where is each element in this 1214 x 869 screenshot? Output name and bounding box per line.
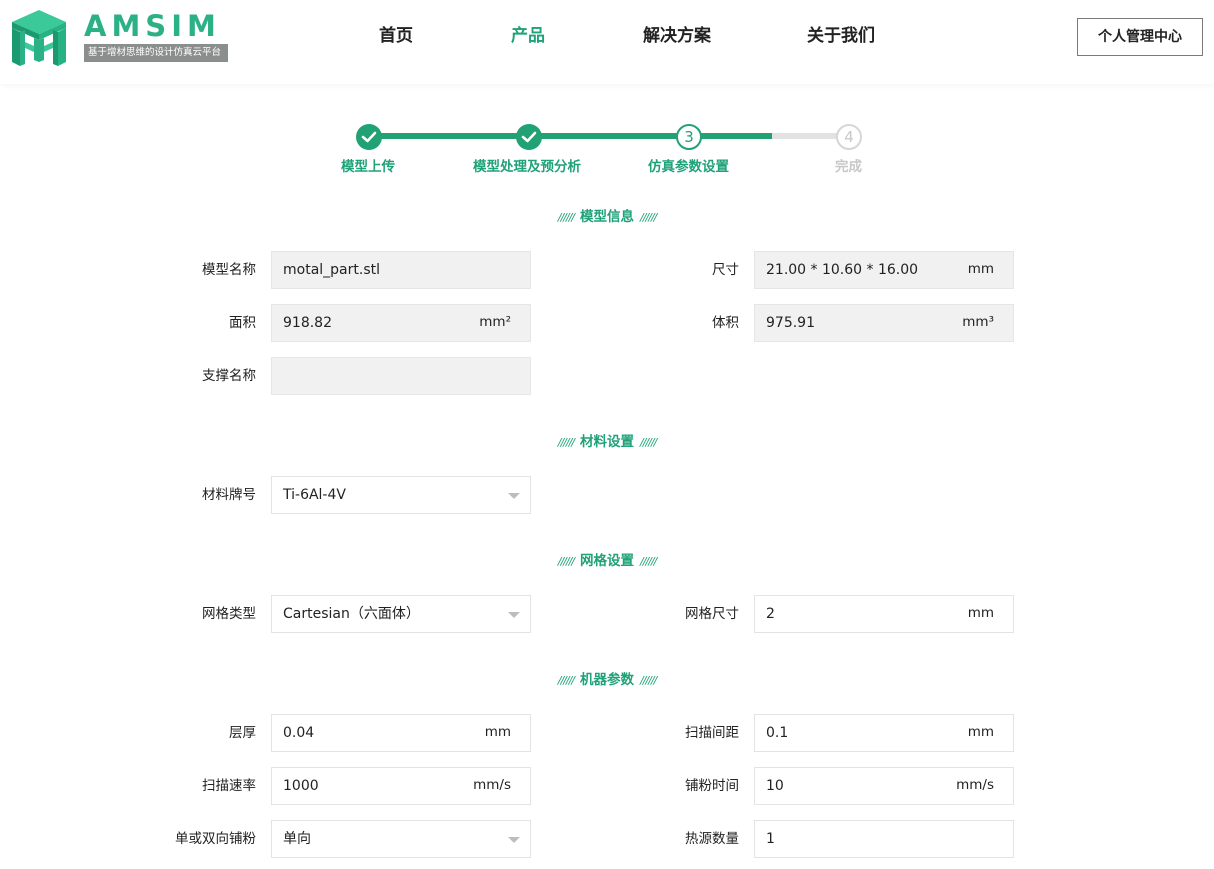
hatch-spacing-unit: mm bbox=[967, 724, 994, 740]
volume-value: 975.91 bbox=[766, 315, 815, 331]
volume-unit: mm³ bbox=[962, 314, 994, 330]
nav-products[interactable]: 产品 bbox=[511, 25, 545, 47]
section-deco-left: ////// bbox=[557, 211, 575, 224]
dropdown-caret-icon bbox=[508, 612, 520, 618]
mesh-size-unit: mm bbox=[967, 605, 994, 621]
section-title-text: 模型信息 bbox=[580, 209, 634, 225]
support-name-field bbox=[271, 357, 531, 395]
model-name-value: motal_part.stl bbox=[283, 262, 380, 278]
scan-speed-input[interactable]: 1000 mm/s bbox=[271, 767, 531, 805]
layer-thickness-input[interactable]: 0.04 mm bbox=[271, 714, 531, 752]
model-name-label: 模型名称 bbox=[202, 262, 256, 278]
nav-home[interactable]: 首页 bbox=[379, 25, 413, 47]
area-label: 面积 bbox=[229, 315, 256, 331]
section-title-text: 网格设置 bbox=[580, 553, 634, 569]
recoat-time-value: 10 bbox=[766, 778, 784, 794]
mesh-type-label: 网格类型 bbox=[202, 606, 256, 622]
mesh-type-select[interactable]: Cartesian（六面体） bbox=[271, 595, 531, 633]
material-grade-select[interactable]: Ti-6Al-4V bbox=[271, 476, 531, 514]
heat-source-count-label: 热源数量 bbox=[685, 831, 739, 847]
support-name-label: 支撑名称 bbox=[202, 368, 256, 384]
material-grade-label: 材料牌号 bbox=[202, 487, 256, 503]
dropdown-caret-icon bbox=[508, 493, 520, 499]
volume-field: 975.91 mm³ bbox=[754, 304, 1014, 342]
step-2-label: 模型处理及预分析 bbox=[473, 159, 581, 175]
mesh-size-label: 网格尺寸 bbox=[685, 606, 739, 622]
section-deco-left: ////// bbox=[557, 436, 575, 449]
admin-center-button[interactable]: 个人管理中心 bbox=[1077, 18, 1203, 56]
hatch-spacing-input[interactable]: 0.1 mm bbox=[754, 714, 1014, 752]
nav-solutions[interactable]: 解决方案 bbox=[643, 25, 711, 47]
scan-speed-unit: mm/s bbox=[473, 777, 511, 793]
nav-about[interactable]: 关于我们 bbox=[807, 25, 875, 47]
recoat-time-input[interactable]: 10 mm/s bbox=[754, 767, 1014, 805]
layer-thickness-label: 层厚 bbox=[229, 725, 256, 741]
step-1-label: 模型上传 bbox=[341, 159, 395, 175]
size-unit: mm bbox=[967, 261, 994, 277]
area-unit: mm² bbox=[479, 314, 511, 330]
step-3-label: 仿真参数设置 bbox=[648, 159, 729, 175]
step-3-indicator: 3 bbox=[676, 124, 702, 150]
section-deco-right: ////// bbox=[640, 211, 657, 224]
step-2-check-icon bbox=[516, 124, 542, 150]
scan-speed-value: 1000 bbox=[283, 778, 319, 794]
top-header: AMSIM 基于增材思维的设计仿真云平台 首页 产品 解决方案 关于我们 个人管… bbox=[0, 0, 1214, 84]
section-title-text: 机器参数 bbox=[580, 672, 634, 688]
size-value: 21.00 * 10.60 * 16.00 bbox=[766, 262, 919, 278]
progress-track-completed bbox=[369, 133, 772, 139]
section-deco-right: ////// bbox=[640, 555, 657, 568]
section-mesh-title: ////// 网格设置 ////// bbox=[0, 552, 1214, 571]
mesh-size-input[interactable]: 2 mm bbox=[754, 595, 1014, 633]
hatch-spacing-label: 扫描间距 bbox=[685, 725, 739, 741]
mesh-type-value: Cartesian（六面体） bbox=[283, 606, 420, 622]
brand-tagline: 基于增材思维的设计仿真云平台 bbox=[84, 44, 228, 62]
volume-label: 体积 bbox=[712, 315, 739, 331]
brand-name[interactable]: AMSIM bbox=[84, 9, 221, 43]
section-machine-title: ////// 机器参数 ////// bbox=[0, 671, 1214, 690]
amsim-logo-icon[interactable] bbox=[8, 8, 70, 68]
material-grade-value: Ti-6Al-4V bbox=[283, 487, 346, 503]
heat-source-count-input[interactable]: 1 bbox=[754, 820, 1014, 858]
recoat-direction-label: 单或双向铺粉 bbox=[175, 831, 256, 847]
size-field: 21.00 * 10.60 * 16.00 mm bbox=[754, 251, 1014, 289]
size-label: 尺寸 bbox=[712, 262, 739, 278]
step-1-check-icon bbox=[356, 124, 382, 150]
layer-thickness-value: 0.04 bbox=[283, 725, 315, 741]
area-field: 918.82 mm² bbox=[271, 304, 531, 342]
mesh-size-value: 2 bbox=[766, 606, 775, 622]
recoat-time-unit: mm/s bbox=[956, 777, 994, 793]
section-model-info-title: ////// 模型信息 ////// bbox=[0, 208, 1214, 227]
step-4-label: 完成 bbox=[835, 159, 862, 175]
section-title-text: 材料设置 bbox=[580, 434, 634, 450]
section-deco-right: ////// bbox=[640, 436, 657, 449]
layer-thickness-unit: mm bbox=[484, 724, 511, 740]
step-4-indicator: 4 bbox=[836, 124, 862, 150]
recoat-time-label: 铺粉时间 bbox=[685, 778, 739, 794]
heat-source-count-value: 1 bbox=[766, 831, 775, 847]
recoat-direction-value: 单向 bbox=[283, 831, 311, 847]
hatch-spacing-value: 0.1 bbox=[766, 725, 789, 741]
section-material-title: ////// 材料设置 ////// bbox=[0, 433, 1214, 452]
section-deco-left: ////// bbox=[557, 674, 575, 687]
recoat-direction-select[interactable]: 单向 bbox=[271, 820, 531, 858]
model-name-field: motal_part.stl bbox=[271, 251, 531, 289]
scan-speed-label: 扫描速率 bbox=[202, 778, 256, 794]
section-deco-left: ////// bbox=[557, 555, 575, 568]
section-deco-right: ////// bbox=[640, 674, 657, 687]
area-value: 918.82 bbox=[283, 315, 332, 331]
dropdown-caret-icon bbox=[508, 837, 520, 843]
